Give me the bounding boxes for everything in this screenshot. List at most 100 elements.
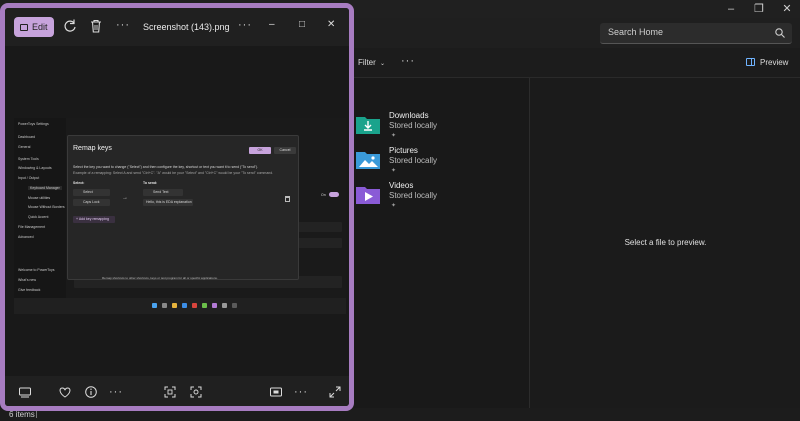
- sidebar-item: PowerToys Settings: [18, 122, 49, 126]
- cancel-button: Cancel: [274, 147, 296, 154]
- more-options-icon[interactable]: ···: [116, 19, 130, 31]
- downloads-folder-icon: [356, 117, 380, 134]
- add-remapping-label: Add key remapping: [78, 217, 109, 221]
- sidebar-item: Input / Output: [18, 176, 40, 180]
- dialog-description: Select the key you want to change ("Sele…: [73, 165, 259, 169]
- app-icon: [232, 303, 237, 308]
- search-icon: [162, 303, 167, 308]
- close-icon[interactable]: ✕: [327, 19, 335, 30]
- status-divider: [36, 410, 37, 418]
- arrow-right-icon: →: [122, 195, 128, 201]
- folder-status: Stored locally: [389, 121, 438, 130]
- send-label: To send:: [143, 181, 158, 185]
- screenshot-image: PowerToys Settings Dashboard General Sys…: [14, 118, 346, 314]
- sidebar-item: Quick Accent: [28, 215, 49, 219]
- sidebar-item: Mouse Without Borders: [28, 205, 65, 209]
- app-icon: [222, 303, 227, 308]
- minimize-icon[interactable]: –: [269, 19, 275, 30]
- zoom-fit-icon[interactable]: [163, 385, 177, 399]
- sidebar-item: System Tools: [18, 157, 39, 161]
- preview-pane-icon: [746, 58, 755, 66]
- search-icon: [775, 28, 785, 38]
- folder-name: Pictures: [389, 146, 418, 155]
- favorite-icon[interactable]: [58, 385, 72, 399]
- minimize-icon[interactable]: –: [718, 0, 744, 18]
- fullscreen-icon[interactable]: [328, 385, 342, 399]
- edge-icon: [182, 303, 187, 308]
- photos-viewer-window: Edit ··· Screenshot (143).png ··· – □ ✕ …: [0, 3, 354, 411]
- ok-button: OK: [249, 147, 271, 154]
- dialog-example: Example of a remapping: Select A and sen…: [73, 171, 274, 175]
- sidebar-item: Windowing & Layouts: [18, 166, 52, 170]
- sidebar-item: What's new: [18, 278, 36, 282]
- sidebar-item-active: Keyboard Manager: [28, 186, 62, 190]
- filmstrip-icon[interactable]: [18, 385, 32, 399]
- pin-icon: ✦: [391, 168, 397, 174]
- close-icon[interactable]: ✕: [774, 0, 800, 18]
- edit-label: Edit: [32, 22, 48, 32]
- folder-item-pictures[interactable]: Pictures Stored locally ✦: [355, 146, 525, 178]
- more-options-button[interactable]: ···: [401, 55, 415, 67]
- edit-button[interactable]: Edit: [14, 17, 54, 37]
- dialog-title: Remap keys: [73, 145, 112, 152]
- pin-icon: ✦: [391, 203, 397, 209]
- start-icon: [152, 303, 157, 308]
- delete-mapping-icon: [285, 196, 290, 202]
- screenshot-sidebar: PowerToys Settings Dashboard General Sys…: [14, 118, 66, 298]
- app-icon: [192, 303, 197, 308]
- info-icon[interactable]: [84, 385, 98, 399]
- remap-keys-dialog: Remap keys OK Cancel Select the key you …: [67, 135, 299, 280]
- sidebar-item: Mouse utilities: [28, 196, 51, 200]
- crop-icon[interactable]: [189, 385, 203, 399]
- preview-message: Select a file to preview.: [624, 238, 707, 247]
- search-input[interactable]: Search Home: [600, 23, 792, 44]
- item-count: 6 items: [9, 410, 35, 419]
- folder-item-videos[interactable]: Videos Stored locally ✦: [355, 181, 525, 213]
- sidebar-item: File Management: [18, 225, 46, 229]
- chevron-down-icon: ⌄: [380, 61, 386, 67]
- app-icon: [202, 303, 207, 308]
- send-text-field: Hello, this is EDA explanation: [143, 199, 193, 206]
- folder-name: Downloads: [389, 111, 429, 120]
- screenshot-taskbar: [14, 298, 346, 314]
- sidebar-item: General: [18, 145, 31, 149]
- select-key-field: Select: [73, 189, 110, 196]
- title-more-icon[interactable]: ···: [238, 19, 252, 31]
- slideshow-icon[interactable]: [269, 385, 283, 399]
- pictures-folder-icon: [356, 152, 380, 169]
- filter-label: Filter: [358, 58, 376, 67]
- rotate-icon[interactable]: [62, 18, 78, 34]
- sidebar-item: Welcome to PowerToys: [18, 268, 55, 272]
- folder-status: Stored locally: [389, 156, 438, 165]
- preview-pane: Select a file to preview.: [529, 78, 800, 408]
- bottom-more-icon[interactable]: ···: [109, 386, 123, 398]
- folder-item-downloads[interactable]: Downloads Stored locally ✦: [355, 111, 525, 143]
- folder-name: Videos: [389, 181, 414, 190]
- toggle-switch: [329, 192, 339, 197]
- app-icon: [212, 303, 217, 308]
- sidebar-item: Advanced: [18, 235, 34, 239]
- filter-button[interactable]: Filter ⌄: [358, 58, 385, 67]
- file-title: Screenshot (143).png: [143, 22, 230, 32]
- toggle-label: On: [321, 193, 326, 197]
- send-type-field: Send Text: [143, 189, 183, 196]
- settings-footer-text: Remap shortcuts to other shortcuts, keys…: [102, 276, 218, 280]
- search-placeholder: Search Home: [608, 27, 664, 37]
- restore-icon[interactable]: ❐: [746, 0, 772, 18]
- explorer-icon: [172, 303, 177, 308]
- edit-icon: [20, 24, 28, 31]
- sidebar-item: Give feedback: [18, 288, 41, 292]
- sidebar-item: Dashboard: [18, 135, 36, 139]
- photos-toolbar: Edit ··· Screenshot (143).png ··· – □ ✕: [5, 8, 349, 46]
- bottom-more-icon[interactable]: ···: [294, 386, 308, 398]
- select-key-field: Caps Lock: [73, 199, 110, 206]
- videos-folder-icon: [356, 187, 380, 204]
- delete-icon[interactable]: [88, 18, 104, 34]
- folder-status: Stored locally: [389, 191, 438, 200]
- preview-button[interactable]: Preview: [746, 58, 788, 67]
- maximize-icon[interactable]: □: [299, 19, 305, 30]
- select-label: Select:: [73, 181, 85, 185]
- preview-label: Preview: [760, 58, 789, 67]
- add-key-remapping-button: + Add key remapping: [73, 216, 115, 223]
- pin-icon: ✦: [391, 133, 397, 139]
